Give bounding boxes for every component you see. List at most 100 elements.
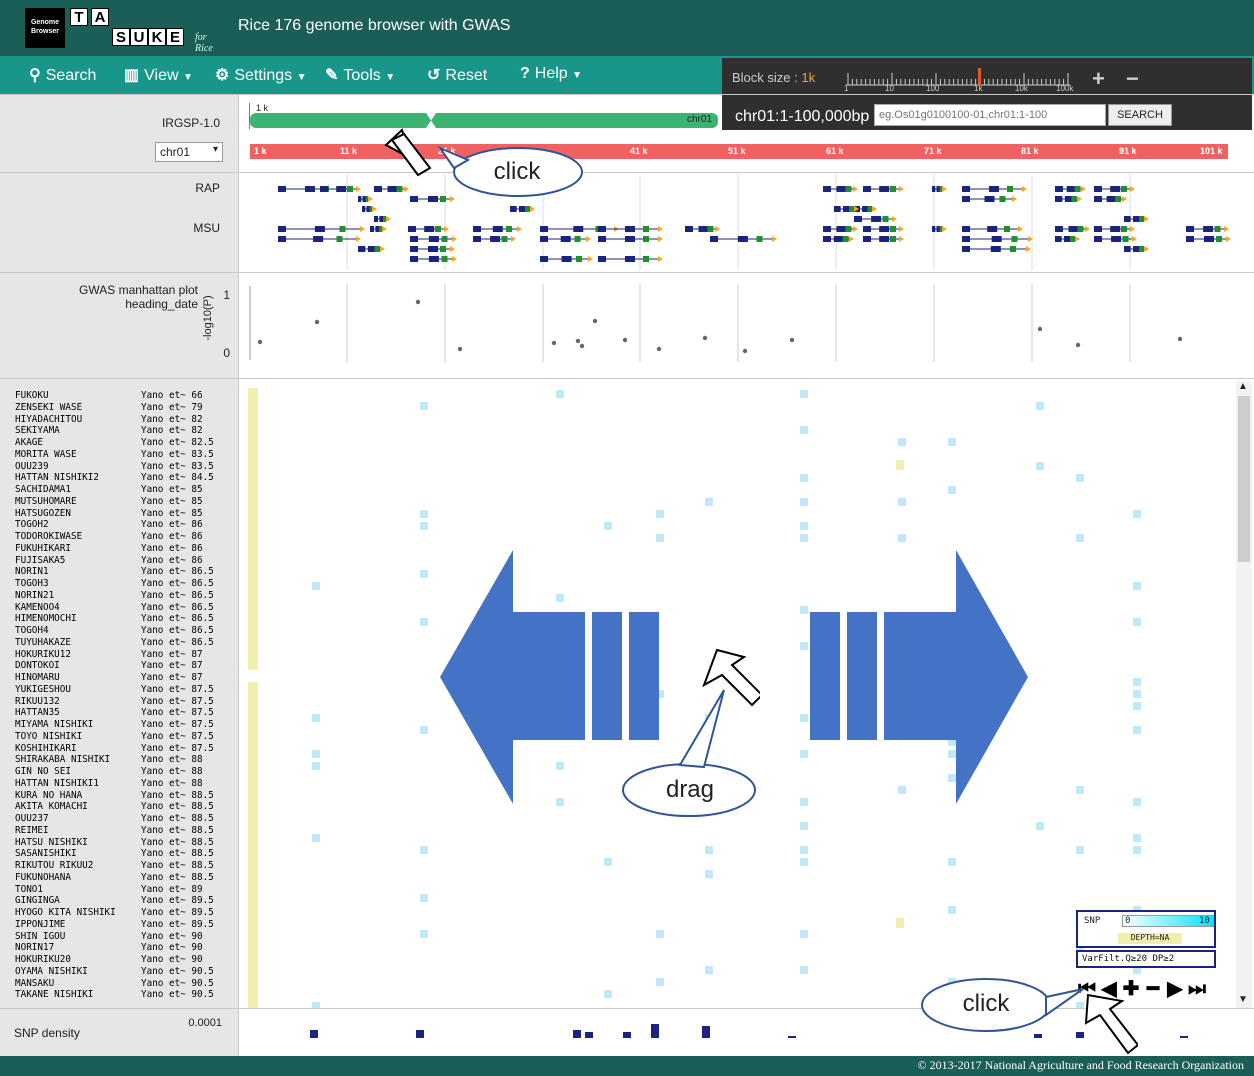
callout-click-bottom: click [962,990,1010,1017]
variety-row[interactable]: MIYAMA NISHIKI Yano et~ 87.5 [15,719,214,731]
menu-tools[interactable]: ✎ Tools ▼ [325,65,395,85]
variety-row[interactable]: ZENSEKI WASE Yano et~ 79 [15,402,203,414]
next-icon[interactable]: ▶ [1164,976,1186,1001]
variety-row[interactable]: KAMENOO4 Yano et~ 86.5 [15,602,214,614]
variety-row[interactable]: DONTOKOI Yano et~ 87 [15,660,203,672]
variety-trait: Yano et~ 79 [141,401,203,413]
variety-trait: Yano et~ 87.5 [141,695,214,707]
variety-row[interactable]: RIKUU132 Yano et~ 87.5 [15,696,214,708]
scroll-up-icon[interactable]: ▲ [1238,381,1248,392]
variety-row[interactable]: HINOMARU Yano et~ 87 [15,672,203,684]
variety-row[interactable]: HOKURIKU20 Yano et~ 90 [15,954,203,966]
variety-row[interactable]: YUKIGESHOU Yano et~ 87.5 [15,684,214,696]
help-icon: ? [520,65,530,82]
variety-row[interactable]: MUTSUHOMARE Yano et~ 85 [15,496,203,508]
variety-trait: Yano et~ 85 [141,495,203,507]
coord-tick: 1 k [254,146,267,156]
variety-row[interactable]: HATTAN35 Yano et~ 87.5 [15,707,214,719]
variety-row[interactable]: HATSUGOZEN Yano et~ 85 [15,508,203,520]
last-page-icon[interactable]: ⏭ [1186,978,1208,1001]
legend-depth: DEPTH=NA [1118,933,1182,944]
variety-row[interactable]: MORITA WASE Yano et~ 83.5 [15,449,214,461]
variety-row[interactable]: HATTAN NISHIKI2 Yano et~ 84.5 [15,472,214,484]
variety-row[interactable]: OYAMA NISHIKI Yano et~ 90.5 [15,966,214,978]
variety-row[interactable]: KURA NO HANA Yano et~ 88.5 [15,789,214,802]
variety-row[interactable]: AKITA KOMACHI Yano et~ 88.5 [15,801,214,813]
scrollbar-thumb[interactable] [1238,396,1250,562]
variety-row[interactable]: OUU237 Yano et~ 88.5 [15,813,214,825]
variety-trait: Yano et~ 66 [141,390,203,401]
variety-row[interactable]: NORIN21 Yano et~ 86.5 [15,589,214,602]
left-bar [592,612,622,740]
variety-row[interactable]: HYOGO KITA NISHIKI Yano et~ 89.5 [15,907,214,919]
menu-settings[interactable]: ⚙ Settings ▼ [215,65,307,85]
variety-row[interactable]: REIMEI Yano et~ 88.5 [15,825,214,837]
menu-view[interactable]: ▥ View ▼ [124,65,193,85]
location-search-input[interactable] [874,104,1106,126]
coord-tick: 61 k [826,146,844,156]
variety-trait: Yano et~ 83.5 [141,460,214,472]
variety-row[interactable]: FUKUNOHANA Yano et~ 88.5 [15,872,214,884]
variety-row[interactable]: HATTAN NISHIKI1 Yano et~ 88 [15,778,203,790]
variety-row[interactable]: TOGOH4 Yano et~ 86.5 [15,625,214,637]
zoom-out-icon[interactable]: ━ [1142,976,1164,1001]
variety-name: NORIN21 [15,589,55,601]
menu-search[interactable]: ⚲ Search [29,65,96,85]
scroll-down-icon[interactable]: ▼ [1238,994,1248,1005]
variety-row[interactable]: MANSAKU Yano et~ 90.5 [15,978,214,990]
variety-row[interactable]: GINGINGA Yano et~ 89.5 [15,895,214,907]
logo-letter: U [130,28,148,46]
variety-row[interactable]: AKAGE Yano et~ 82.5 [15,437,214,449]
variety-row[interactable]: SHIN IGOU Yano et~ 90 [15,931,203,943]
block-size-slider[interactable] [846,68,1070,86]
variety-name: SASANISHIKI [15,848,77,860]
zoom-out-button[interactable]: − [1126,66,1139,92]
variety-row[interactable]: TODOROKIWASE Yano et~ 86 [15,531,203,543]
variety-name: AKAGE [15,437,43,448]
variety-row[interactable]: RIKUTOU RIKUU2 Yano et~ 88.5 [15,860,214,872]
variety-row[interactable]: KOSHIHIKARI Yano et~ 87.5 [15,743,214,755]
variety-row[interactable]: OUU239 Yano et~ 83.5 [15,461,214,473]
variety-row[interactable]: TONO1 Yano et~ 89 [15,884,203,896]
variety-row[interactable]: SHIRAKABA NISHIKI Yano et~ 88 [15,754,203,766]
variety-row[interactable]: SEKIYAMA Yano et~ 82 [15,425,203,437]
variety-row[interactable]: TUYUHAKAZE Yano et~ 86.5 [15,637,214,649]
variety-row[interactable]: TOGOH2 Yano et~ 86 [15,519,203,531]
variety-row[interactable]: IPPONJIME Yano et~ 89.5 [15,919,214,931]
search-button[interactable]: SEARCH [1108,104,1172,126]
chevron-down-icon: ▾ [212,144,218,155]
coord-tick: 101 k [1200,146,1223,156]
variant-filter[interactable]: VarFilt.Q≥20 DP≥2 [1076,950,1216,968]
variety-row[interactable]: FUJISAKA5 Yano et~ 86 [15,555,203,567]
zoom-in-button[interactable]: + [1092,66,1105,92]
variety-row[interactable]: NORIN1 Yano et~ 86.5 [15,566,214,578]
variety-row[interactable]: GIN NO SEI Yano et~ 88 [15,766,203,778]
variety-row[interactable]: HOKURIKU12 Yano et~ 87 [15,649,203,661]
chromosome-select[interactable]: chr01 ▾ [155,142,223,162]
variety-row[interactable]: FUKOKU Yano et~ 66 [15,390,203,402]
variety-row[interactable]: TOYO NISHIKI Yano et~ 87.5 [15,731,214,743]
variety-row[interactable]: TOGOH3 Yano et~ 86.5 [15,578,214,590]
wrench-icon: ✎ [325,67,339,84]
variety-row[interactable]: FUKUHIKARI Yano et~ 86 [15,543,203,555]
variety-row[interactable]: TAKANE NISHIKI Yano et~ 90.5 [15,989,214,1001]
variety-row[interactable]: SASANISHIKI Yano et~ 88.5 [15,848,214,860]
variety-name: KURA NO HANA [15,789,83,801]
variety-name: HATTAN35 [15,707,60,719]
menu-view-label: View [144,67,179,84]
chromosome-select-value: chr01 [160,145,191,159]
variety-row[interactable]: SACHIDAMA1 Yano et~ 85 [15,484,203,496]
variety-name: OUU237 [15,813,49,824]
variety-row[interactable]: HATSU NISHIKI Yano et~ 88.5 [15,837,214,849]
variety-row[interactable]: HIYADACHITOU Yano et~ 82 [15,414,203,426]
variety-row[interactable]: NORIN17 Yano et~ 90 [15,942,203,954]
menu-help[interactable]: ? Help ▼ [520,65,582,83]
reference-name: IRGSP-1.0 [161,116,220,130]
logo-letter: K [148,28,166,46]
variety-row[interactable]: HIMENOMOCHI Yano et~ 86.5 [15,613,214,625]
menu-search-label: Search [45,67,97,84]
snp-density-label: SNP density [14,1026,80,1040]
logo-genome-browser: Genome Browser [25,8,65,48]
menu-reset[interactable]: ↺ Reset [427,65,487,85]
tasuke-logo[interactable]: GenomeBrowser T A S U K E E for Rice [25,8,213,54]
